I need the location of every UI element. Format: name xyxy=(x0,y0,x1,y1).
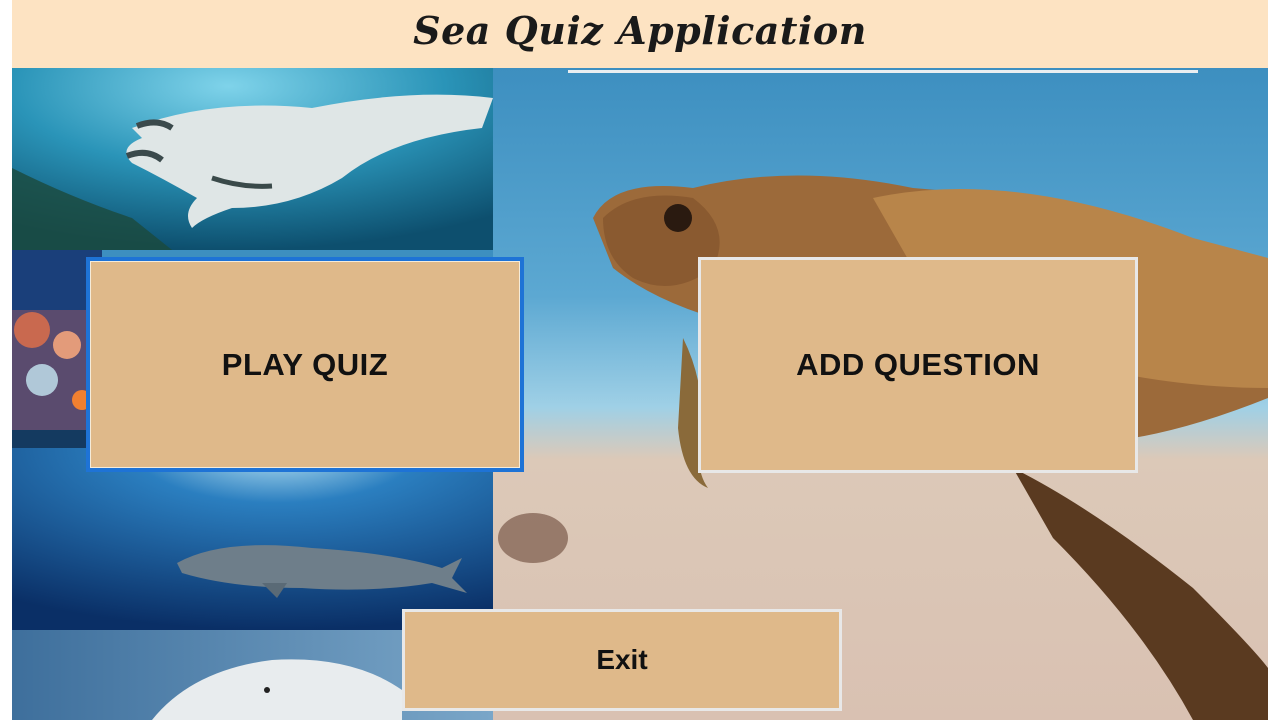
add-question-label: ADD QUESTION xyxy=(796,347,1040,382)
title-bar: Sea Quiz Application xyxy=(12,0,1268,68)
app-title: Sea Quiz Application xyxy=(413,8,867,53)
exit-label: Exit xyxy=(596,644,648,675)
exit-button[interactable]: Exit xyxy=(402,609,842,711)
whale-image xyxy=(12,448,493,630)
divider-line xyxy=(568,70,1198,73)
add-question-button[interactable]: ADD QUESTION xyxy=(698,257,1138,473)
app-window: Sea Quiz Application PLAY QUIZ ADD QUEST… xyxy=(12,0,1268,720)
play-quiz-button[interactable]: PLAY QUIZ xyxy=(86,257,524,472)
manta-ray-image xyxy=(12,68,493,250)
focus-ring xyxy=(90,261,520,468)
